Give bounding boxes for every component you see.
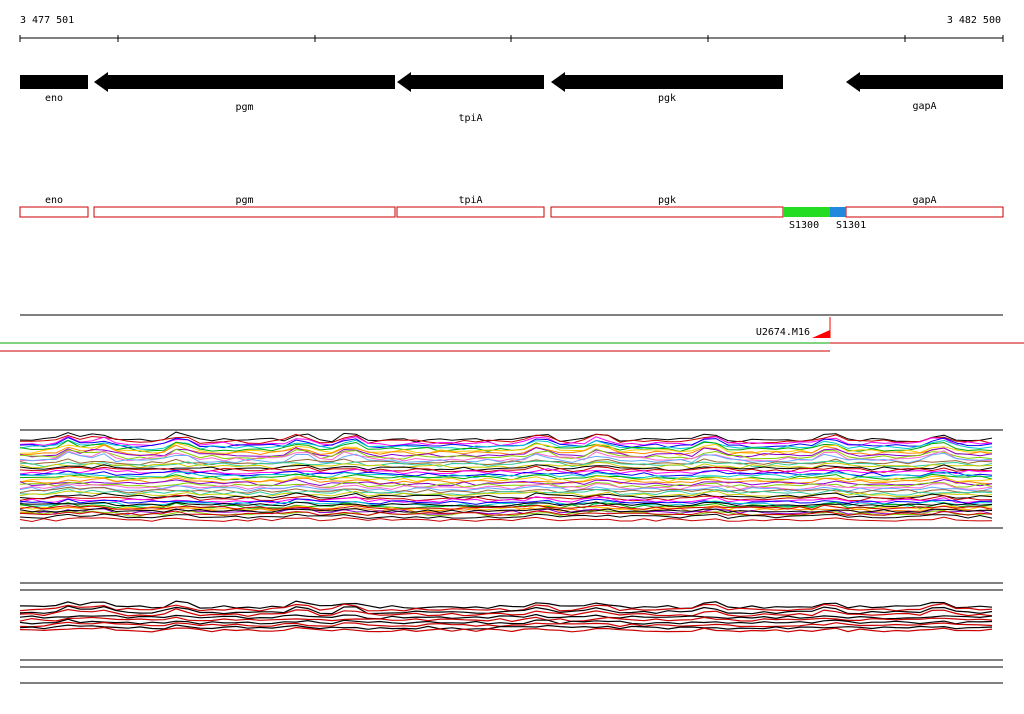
gene-arrow-label: gapA bbox=[912, 101, 936, 112]
expression-profile bbox=[19, 431, 993, 443]
expression-track-2-profiles bbox=[19, 600, 993, 633]
gene-arrow-label: pgk bbox=[658, 93, 676, 104]
gene-box-label: gapA bbox=[912, 195, 936, 206]
gene-box-label: tpiA bbox=[458, 195, 482, 206]
expression-profile bbox=[19, 613, 993, 620]
feature-label: S1300 bbox=[789, 220, 819, 231]
gene-box-label: pgm bbox=[235, 195, 253, 206]
gene-arrow-tpiA[interactable] bbox=[397, 72, 544, 92]
genome-browser-canvas: 3 477 501 3 482 500 eno pgm tpiA pgk gapA en… bbox=[0, 15, 1024, 684]
gene-arrow-pgm[interactable] bbox=[94, 72, 395, 92]
gene-box-track: eno pgm tpiA pgk gapA S1300 S1301 bbox=[19, 195, 1004, 231]
gene-box-label: eno bbox=[45, 195, 63, 206]
gene-arrow-label: pgm bbox=[235, 102, 253, 113]
gene-box-tpiA[interactable] bbox=[396, 206, 545, 218]
gene-box-pgk[interactable] bbox=[550, 206, 784, 218]
coordinate-ruler: 3 477 501 3 482 500 bbox=[19, 15, 1004, 42]
expression-track-1 bbox=[19, 429, 1003, 529]
gene-arrow-eno[interactable] bbox=[20, 75, 88, 89]
gene-box-label: pgk bbox=[658, 195, 676, 206]
promoter-track: U2674.M16 bbox=[0, 314, 1024, 352]
promoter-arrowhead bbox=[812, 330, 830, 338]
gene-arrow-label: tpiA bbox=[458, 113, 482, 124]
gene-arrow-pgk[interactable] bbox=[551, 72, 783, 92]
gene-arrow-track: eno pgm tpiA pgk gapA bbox=[20, 72, 1003, 124]
feature-label: S1301 bbox=[836, 220, 866, 231]
genome-browser-viewer: 3 477 501 3 482 500 eno pgm tpiA pgk gapA en… bbox=[0, 0, 1024, 714]
gene-box-gapA[interactable] bbox=[845, 206, 1004, 218]
promoter-label[interactable]: U2674.M16 bbox=[756, 327, 810, 338]
gene-box-pgm[interactable] bbox=[93, 206, 396, 218]
gene-arrow-gapA[interactable] bbox=[846, 72, 1003, 92]
feature-S1300[interactable] bbox=[783, 207, 830, 217]
expression-track-2 bbox=[19, 582, 1003, 684]
gene-box-eno[interactable] bbox=[19, 206, 89, 218]
feature-S1301[interactable] bbox=[830, 207, 846, 217]
gene-arrow-label: eno bbox=[45, 93, 63, 104]
expression-profile bbox=[19, 482, 993, 490]
start-coordinate: 3 477 501 bbox=[20, 15, 74, 26]
expression-track-1-profiles bbox=[19, 431, 993, 523]
promoter-marker[interactable] bbox=[812, 317, 831, 338]
end-coordinate: 3 482 500 bbox=[947, 15, 1001, 26]
